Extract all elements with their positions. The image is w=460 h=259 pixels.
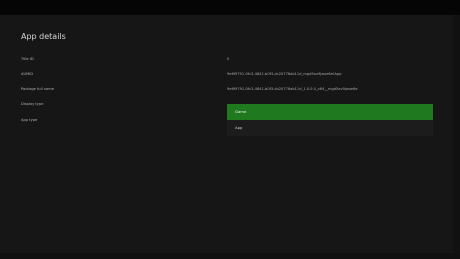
title-id-value: 0 bbox=[227, 57, 230, 61]
display-type-dropdown[interactable]: Game App bbox=[227, 104, 433, 136]
app-type-label: App type bbox=[21, 118, 38, 122]
top-bar bbox=[0, 0, 460, 15]
page-title: App details bbox=[21, 32, 66, 41]
package-full-name-label: Package full name bbox=[21, 87, 54, 91]
bottom-bar bbox=[0, 253, 460, 259]
dropdown-option-game[interactable]: Game bbox=[227, 104, 433, 120]
aumid-label: AUMID bbox=[21, 72, 34, 76]
title-id-label: Title ID bbox=[21, 57, 34, 61]
display-type-label: Display type bbox=[21, 102, 44, 106]
aumid-value: 9e6f9791-0fc3-4841-b0f3-cb20776ab11d_mgd… bbox=[227, 72, 342, 76]
package-full-name-value: 9e6f9791-0fc3-4841-b0f3-cb20776ab11d_1.0… bbox=[227, 87, 358, 91]
dropdown-option-app[interactable]: App bbox=[227, 120, 433, 136]
right-edge bbox=[453, 15, 460, 253]
